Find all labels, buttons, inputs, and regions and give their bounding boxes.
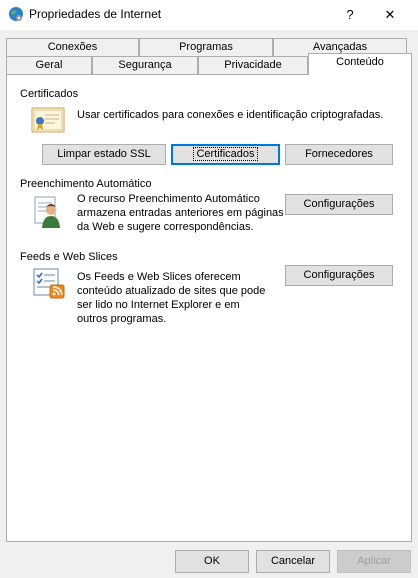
- autocomplete-description: O recurso Preenchimento Automático armaz…: [77, 192, 284, 234]
- feeds-description-line: ser lido no Internet Explorer e em: [77, 299, 240, 311]
- certificate-icon: [31, 107, 65, 133]
- content-panel: Certificados Usar certificados para cone…: [6, 74, 412, 542]
- certificates-button[interactable]: Certificados: [171, 144, 280, 165]
- title-bar: Propriedades de Internet ? ✕: [0, 0, 418, 30]
- help-button[interactable]: ?: [330, 0, 370, 30]
- apply-label: Aplicar: [357, 555, 391, 567]
- autocomplete-settings-button[interactable]: Configurações: [285, 194, 393, 215]
- ok-label: OK: [204, 555, 220, 567]
- tab-seguranca[interactable]: Segurança: [92, 56, 198, 75]
- clear-ssl-state-label: Limpar estado SSL: [57, 148, 151, 160]
- window-title: Propriedades de Internet: [29, 7, 162, 21]
- internet-options-globe-icon: [9, 7, 23, 21]
- feeds-group-label: Feeds e Web Slices: [20, 251, 118, 263]
- autocomplete-user-icon: [34, 196, 60, 228]
- tab-programas[interactable]: Programas: [139, 38, 273, 57]
- feeds-description: Os Feeds e Web Slices oferecem conteúdo …: [77, 270, 265, 326]
- apply-button[interactable]: Aplicar: [337, 550, 411, 573]
- cancel-button[interactable]: Cancelar: [256, 550, 330, 573]
- certificates-button-label: Certificados: [193, 147, 258, 161]
- autocomplete-settings-label: Configurações: [303, 198, 375, 210]
- close-button[interactable]: ✕: [370, 0, 410, 30]
- certificates-description: Usar certificados para conexões e identi…: [77, 109, 384, 121]
- feeds-settings-label: Configurações: [303, 269, 375, 281]
- tab-privacidade[interactable]: Privacidade: [198, 56, 308, 75]
- autocomplete-description-line: armazena entradas anteriores em páginas: [77, 207, 284, 219]
- feeds-icon: [33, 268, 65, 299]
- feeds-description-line: Os Feeds e Web Slices oferecem: [77, 271, 241, 283]
- clear-ssl-state-button[interactable]: Limpar estado SSL: [42, 144, 166, 165]
- cancel-label: Cancelar: [270, 555, 316, 567]
- tab-conexoes[interactable]: Conexões: [6, 38, 139, 57]
- feeds-description-line: outros programas.: [77, 313, 167, 325]
- publishers-button[interactable]: Fornecedores: [285, 144, 393, 165]
- autocomplete-description-line: O recurso Preenchimento Automático: [77, 193, 260, 205]
- autocomplete-description-line: da Web e sugere correspondências.: [77, 221, 254, 233]
- ok-button[interactable]: OK: [175, 550, 249, 573]
- publishers-button-label: Fornecedores: [305, 148, 373, 160]
- feeds-settings-button[interactable]: Configurações: [285, 265, 393, 286]
- tab-geral[interactable]: Geral: [6, 56, 92, 75]
- certificates-group-label: Certificados: [20, 88, 79, 100]
- feeds-description-line: conteúdo atualizado de sites que pode: [77, 285, 266, 297]
- autocomplete-group-label: Preenchimento Automático: [20, 178, 152, 190]
- tab-conteudo[interactable]: Conteúdo: [308, 53, 412, 75]
